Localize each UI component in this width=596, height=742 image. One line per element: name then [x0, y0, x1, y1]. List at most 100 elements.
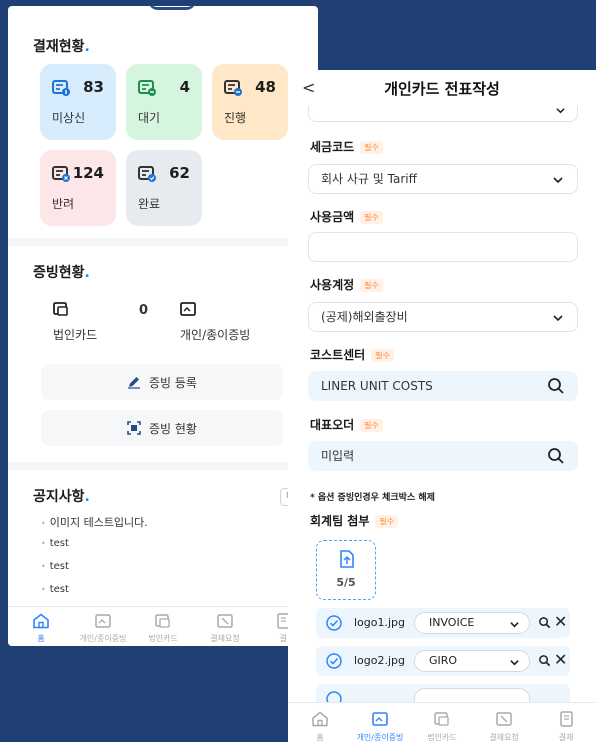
doc-reject-icon [52, 166, 70, 182]
required-badge: 필수 [360, 211, 383, 224]
tile-in-progress[interactable]: 48 진행 [212, 64, 288, 140]
tax-code-label: 세금코드 필수 [310, 138, 383, 155]
tile-label: 반려 [52, 197, 75, 211]
bottom-tab-bar: 홈 개인/종이증빙 법인카드 결재요청 결재 [288, 702, 596, 742]
register-button-label: 증빙 등록 [149, 375, 197, 390]
doc-wait-icon [138, 80, 156, 96]
attachment-row: logo2.jpg GIRO ✕ [316, 646, 570, 676]
evidence-status-button[interactable]: 증빙 현황 [41, 410, 283, 446]
tab-approval-request[interactable]: 결재요청 [474, 711, 534, 742]
home-icon [33, 613, 49, 629]
tile-label: 대기 [138, 111, 161, 125]
page-title: 개인카드 전표작성 [384, 80, 500, 98]
scan-icon [127, 421, 141, 435]
tab-approval[interactable]: 결재 [536, 711, 596, 742]
upload-button[interactable]: 5/5 [316, 540, 376, 600]
tile-completed[interactable]: 62 완료 [126, 150, 202, 226]
attachment-row: logo1.jpg INVOICE ✕ [316, 608, 570, 638]
close-icon[interactable]: ✕ [554, 650, 567, 669]
rep-order-label: 대표오더 필수 [310, 416, 383, 433]
tile-count: 48 [255, 78, 276, 96]
tile-waiting[interactable]: 4 대기 [126, 64, 202, 140]
evidence-status-title: 증빙현황. [33, 265, 90, 281]
notice-item[interactable]: • 이미지 테스트입니다. [41, 514, 148, 530]
tab-home[interactable]: 홈 [8, 613, 76, 644]
section-divider [8, 238, 318, 246]
tab-corporate-card[interactable]: 법인카드 [128, 613, 198, 644]
close-icon[interactable]: ✕ [554, 612, 567, 631]
rep-order-field[interactable]: 미입력 [308, 441, 578, 471]
doc-info-icon [52, 80, 70, 96]
search-icon[interactable] [547, 447, 565, 465]
zoom-icon[interactable] [538, 616, 551, 629]
receipt-icon [95, 614, 111, 628]
receipt-icon [372, 712, 388, 726]
chevron-down-icon [556, 108, 565, 114]
card-icon [434, 712, 449, 726]
tax-code-select[interactable]: 회사 사규 및 Tariff [308, 164, 578, 194]
account-select[interactable]: (공제)해외출장비 [308, 302, 578, 332]
notice-item[interactable]: • test [41, 584, 69, 595]
attachment-label: 회계팀 첨부 필수 [310, 512, 399, 529]
tile-count: 4 [179, 78, 190, 96]
amount-label: 사용금액 필수 [310, 208, 383, 225]
file-name: logo2.jpg [354, 654, 406, 667]
home-icon [312, 711, 328, 727]
chevron-down-icon [553, 177, 563, 184]
check-circle-icon[interactable] [326, 615, 342, 631]
tile-label: 완료 [138, 197, 161, 211]
receipt-icon [180, 302, 196, 316]
required-badge: 필수 [371, 349, 394, 362]
tile-count: 62 [169, 164, 190, 182]
required-badge: 필수 [360, 279, 383, 292]
payment-status-title: 결재현황. [33, 39, 90, 55]
pencil-icon [128, 377, 140, 389]
chevron-down-icon [553, 315, 563, 322]
card-icon [53, 302, 68, 316]
chevron-down-icon [510, 622, 519, 628]
section-divider [8, 462, 318, 470]
back-button[interactable]: < [302, 78, 315, 97]
notice-item[interactable]: • test [41, 538, 69, 549]
account-label: 사용계정 필수 [310, 276, 383, 293]
card-icon [155, 614, 170, 628]
corporate-card-count: 0 [139, 303, 149, 318]
upload-icon [340, 550, 354, 568]
tab-home[interactable]: 홈 [290, 711, 350, 742]
document-icon [560, 711, 573, 727]
collapsed-select[interactable] [308, 106, 578, 122]
status-button-label: 증빙 현황 [149, 421, 197, 436]
personal-evidence-label[interactable]: 개인/종이증빙 [180, 326, 250, 343]
notice-title: 공지사항. [33, 489, 90, 505]
amount-input[interactable] [308, 232, 578, 262]
cost-center-field[interactable]: LINER UNIT COSTS [308, 371, 578, 401]
required-badge: 필수 [360, 419, 383, 432]
notice-item[interactable]: • test [41, 561, 69, 572]
tab-personal-evidence[interactable]: 개인/종이증빙 [350, 711, 410, 742]
zoom-icon[interactable] [538, 654, 551, 667]
expense-form-screen: 개인카드 전표작성 < 세금코드 필수 회사 사규 및 Tariff 사용금액 필수… [288, 70, 596, 742]
bottom-tab-bar: 홈 개인/종이증빙 법인카드 결재요청 결 [8, 606, 318, 646]
option-note: * 옵션 증빙인경우 체크박스 해제 [310, 493, 435, 503]
required-badge: 필수 [360, 141, 383, 154]
file-type-select[interactable]: INVOICE [414, 612, 530, 634]
tile-label: 미상신 [52, 111, 86, 125]
approval-icon [496, 712, 512, 726]
header: 개인카드 전표작성 < [288, 70, 596, 106]
tile-rejected[interactable]: 124 반려 [40, 150, 116, 226]
doc-progress-icon [224, 80, 242, 96]
corporate-card-label[interactable]: 법인카드 [53, 326, 97, 343]
search-icon[interactable] [547, 377, 565, 395]
tile-label: 진행 [224, 111, 247, 125]
tile-unsubmitted[interactable]: 83 미상신 [40, 64, 116, 140]
file-name: logo1.jpg [354, 616, 406, 629]
doc-done-icon [138, 166, 156, 182]
chevron-down-icon [510, 660, 519, 666]
top-handle [148, 6, 196, 10]
evidence-register-button[interactable]: 증빙 등록 [41, 364, 283, 400]
upload-count: 5/5 [336, 576, 356, 589]
approval-icon [217, 614, 233, 628]
file-type-select[interactable]: GIRO [414, 650, 530, 672]
check-circle-icon[interactable] [326, 653, 342, 669]
tab-corporate-card[interactable]: 법인카드 [412, 711, 472, 742]
